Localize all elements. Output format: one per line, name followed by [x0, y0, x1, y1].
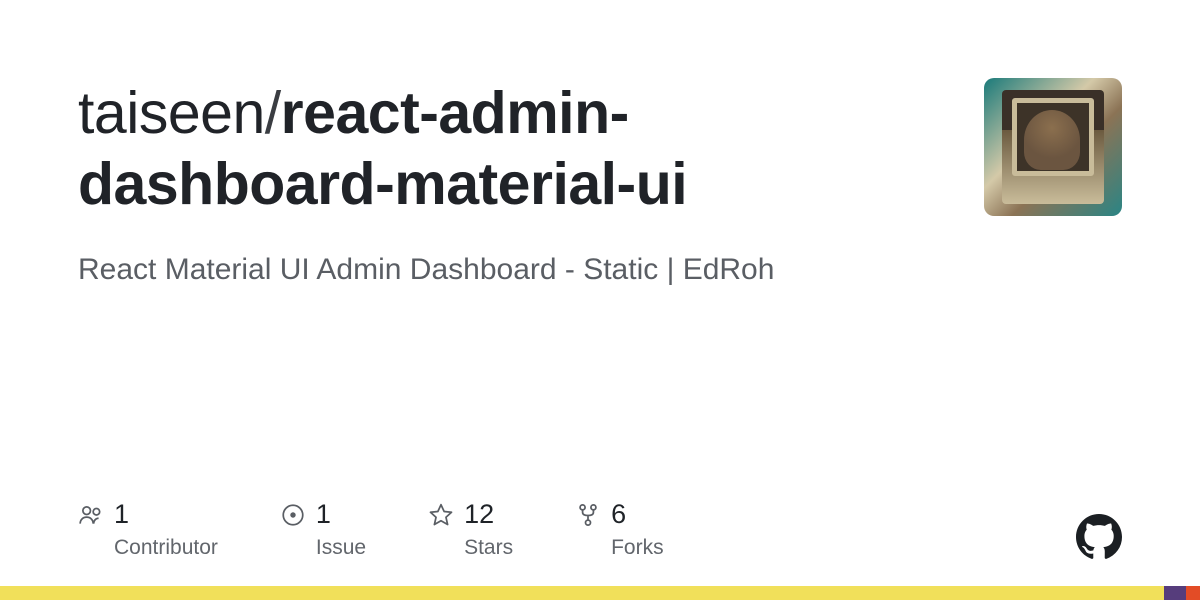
lang-segment-html [1186, 586, 1200, 600]
repo-name-part3: dashboard [78, 151, 375, 217]
fork-icon [575, 502, 601, 528]
stat-value: 1 [114, 499, 129, 530]
stat-issues[interactable]: 1 Issue [280, 499, 366, 560]
star-icon [428, 502, 454, 528]
stat-value: 6 [611, 499, 626, 530]
repo-description: React Material UI Admin Dashboard - Stat… [78, 248, 898, 292]
people-icon [78, 502, 104, 528]
stat-label: Stars [464, 536, 513, 560]
stat-forks[interactable]: 6 Forks [575, 499, 664, 560]
repo-stats: 1 Contributor 1 Issue 12 Stars 6 Forks [78, 499, 664, 560]
language-bar [0, 586, 1200, 600]
stat-contributors[interactable]: 1 Contributor [78, 499, 218, 560]
lang-segment-js [0, 586, 1164, 600]
stat-value: 12 [464, 499, 494, 530]
repo-name-part2: -admin- [419, 80, 629, 146]
repo-name-part1: react [281, 80, 420, 146]
github-logo-icon[interactable] [1076, 514, 1122, 560]
repo-title[interactable]: taiseen/react-admin-dashboard-material-u… [78, 78, 898, 220]
stat-stars[interactable]: 12 Stars [428, 499, 513, 560]
stat-value: 1 [316, 499, 331, 530]
issue-icon [280, 502, 306, 528]
stat-label: Contributor [114, 536, 218, 560]
repo-card: taiseen/react-admin-dashboard-material-u… [0, 0, 1200, 291]
repo-name-part4: -material-ui [375, 151, 687, 217]
repo-owner: taiseen [78, 80, 265, 146]
lang-segment-css [1164, 586, 1186, 600]
repo-separator: / [265, 80, 281, 146]
stat-label: Issue [316, 536, 366, 560]
avatar[interactable] [984, 78, 1122, 216]
repo-info: taiseen/react-admin-dashboard-material-u… [78, 78, 898, 291]
stat-label: Forks [611, 536, 664, 560]
